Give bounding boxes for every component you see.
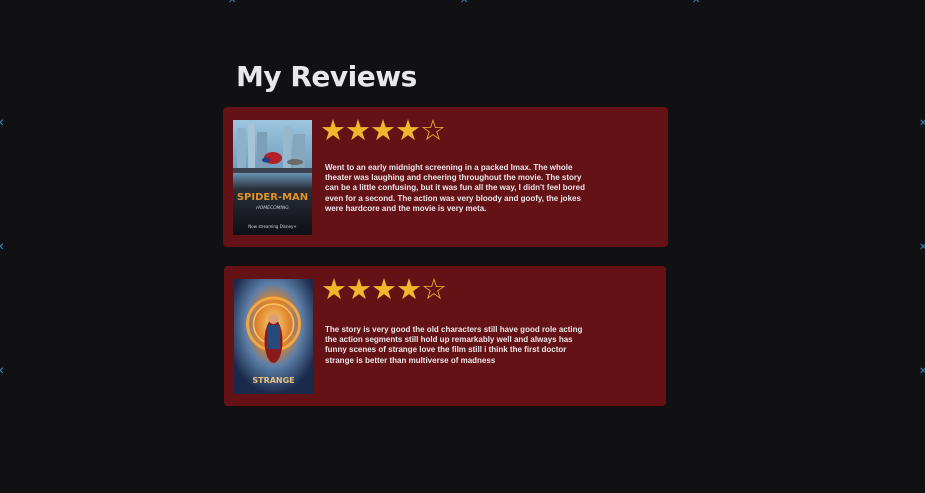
guide-mark-icon: ✕ <box>919 366 925 377</box>
star-filled-icon: ★ <box>370 113 396 147</box>
poster-image: STRANGE <box>234 279 313 394</box>
review-card[interactable]: STRANGE ★★★★☆ The story is very good the… <box>224 266 666 406</box>
poster-title: STRANGE <box>252 376 294 385</box>
star-filled-icon: ★ <box>396 272 422 306</box>
star-filled-icon: ★ <box>346 272 372 306</box>
guide-mark-icon: ✕ <box>228 0 237 6</box>
star-filled-icon: ★ <box>345 113 371 147</box>
star-filled-icon: ★ <box>321 272 347 306</box>
review-text: Went to an early midnight screening in a… <box>325 163 586 213</box>
poster-title: SPIDER-MAN <box>237 192 308 203</box>
guide-mark-icon: ✕ <box>919 242 925 253</box>
poster-tagline: Now streaming Disney+ <box>248 224 296 229</box>
guide-mark-icon: ✕ <box>0 242 5 253</box>
review-text: The story is very good the old character… <box>325 325 583 365</box>
guide-mark-icon: ✕ <box>460 0 469 6</box>
movie-poster[interactable]: STRANGE <box>234 279 313 394</box>
page-title: My Reviews <box>236 60 417 93</box>
guide-mark-icon: ✕ <box>692 0 701 6</box>
star-filled-icon: ★ <box>371 272 397 306</box>
guide-mark-icon: ✕ <box>0 366 5 377</box>
star-rating: ★★★★☆ <box>320 113 446 147</box>
guide-mark-icon: ✕ <box>0 118 5 129</box>
star-filled-icon: ★ <box>320 113 346 147</box>
page: ✕ ✕ ✕ ✕ ✕ ✕ ✕ ✕ ✕ My Reviews SPIDER-MAN … <box>0 0 925 493</box>
review-card[interactable]: SPIDER-MAN HOMECOMING Now streaming Disn… <box>223 107 668 247</box>
poster-subtitle: HOMECOMING <box>256 205 289 211</box>
star-rating: ★★★★☆ <box>321 272 447 306</box>
star-empty-icon: ☆ <box>420 113 446 147</box>
guide-mark-icon: ✕ <box>919 118 925 129</box>
movie-poster[interactable]: SPIDER-MAN HOMECOMING Now streaming Disn… <box>233 120 312 235</box>
star-filled-icon: ★ <box>395 113 421 147</box>
star-empty-icon: ☆ <box>421 272 447 306</box>
poster-image: SPIDER-MAN HOMECOMING Now streaming Disn… <box>233 120 312 235</box>
